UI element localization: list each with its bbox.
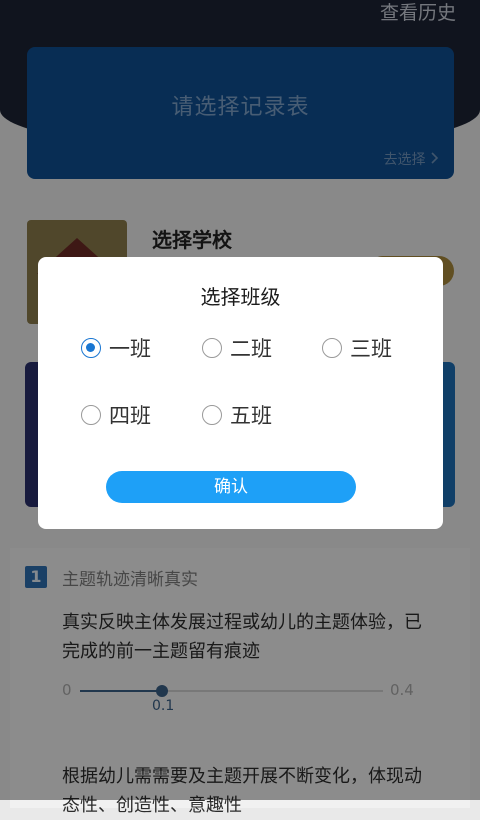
dialog-title: 选择班级	[200, 285, 281, 309]
radio-option-class-1[interactable]: 一班	[81, 333, 151, 363]
radio-button[interactable]	[202, 338, 222, 358]
radio-label: 四班	[109, 404, 151, 428]
radio-label: 一班	[109, 337, 151, 361]
select-class-dialog: 选择班级 一班 二班 三班 四班 五班 确认	[38, 257, 443, 529]
radio-button[interactable]	[202, 405, 222, 425]
radio-option-class-5[interactable]: 五班	[202, 400, 272, 430]
radio-label: 五班	[230, 404, 272, 428]
radio-button[interactable]	[322, 338, 342, 358]
radio-button[interactable]	[81, 338, 101, 358]
radio-label: 三班	[350, 337, 392, 361]
radio-option-class-3[interactable]: 三班	[322, 333, 392, 363]
radio-option-class-2[interactable]: 二班	[202, 333, 272, 363]
radio-button[interactable]	[81, 405, 101, 425]
radio-label: 二班	[230, 337, 272, 361]
confirm-button[interactable]: 确认	[106, 471, 356, 503]
radio-option-class-4[interactable]: 四班	[81, 400, 151, 430]
